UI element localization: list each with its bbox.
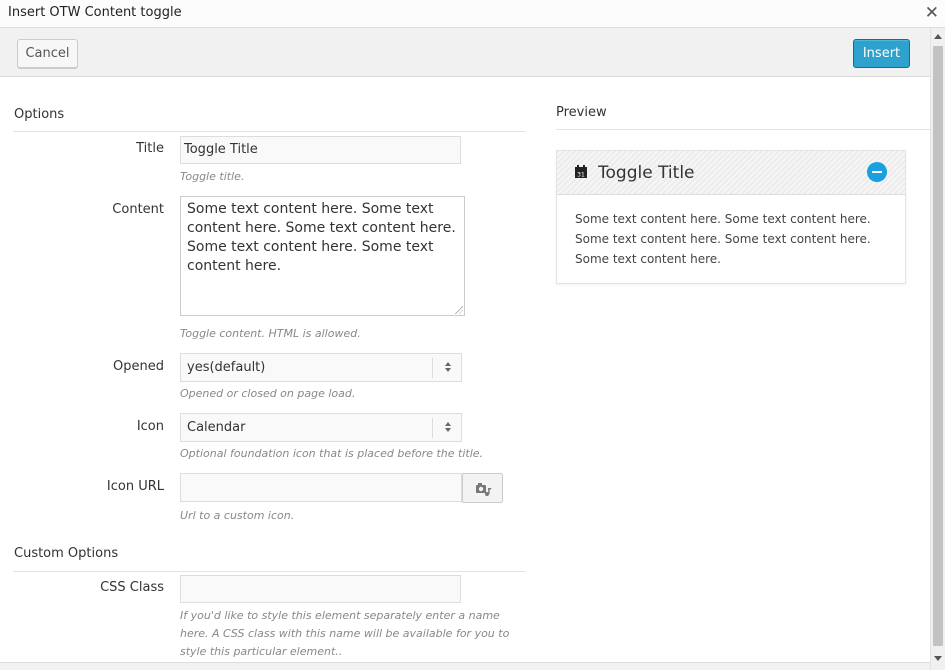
css-class-label: CSS Class [100, 580, 164, 595]
minus-circle-icon[interactable] [867, 162, 887, 182]
toggle-preview-header[interactable]: 31 Toggle Title [557, 151, 905, 195]
cancel-button[interactable]: Cancel [17, 39, 78, 68]
icon-url-label: Icon URL [106, 479, 164, 494]
opened-select-value: yes(default) [187, 360, 266, 375]
icon-help: Optional foundation icon that is placed … [180, 447, 484, 460]
dialog-title: Insert OTW Content toggle [8, 5, 182, 20]
opened-help: Opened or closed on page load. [180, 387, 356, 400]
camera-music-icon [476, 483, 492, 496]
scroll-down-icon[interactable] [934, 656, 942, 661]
calendar-icon: 31 [575, 165, 587, 178]
icon-select[interactable]: Calendar [180, 413, 462, 442]
custom-options-divider [13, 571, 526, 572]
toggle-preview-content: Some text content here. Some text conten… [575, 212, 871, 266]
insert-button[interactable]: Insert [853, 39, 910, 68]
add-media-button[interactable] [462, 473, 503, 503]
content-textarea[interactable]: Some text content here. Some text conten… [180, 196, 465, 316]
content-help: Toggle content. HTML is allowed. [180, 327, 361, 340]
preview-heading: Preview [556, 105, 607, 120]
title-input-value: Toggle Title [184, 142, 258, 157]
svg-text:31: 31 [577, 172, 585, 179]
custom-options-heading: Custom Options [14, 546, 119, 561]
title-input[interactable]: Toggle Title [180, 136, 461, 164]
icon-url-input[interactable] [180, 473, 462, 502]
scrollbar-thumb[interactable] [933, 46, 943, 646]
vertical-scrollbar[interactable] [930, 28, 945, 670]
scroll-up-icon[interactable] [934, 34, 942, 39]
preview-divider [556, 129, 930, 130]
icon-label: Icon [136, 419, 164, 434]
select-arrows-icon [443, 358, 453, 376]
dialog-toolbar: Cancel Insert [0, 28, 930, 77]
opened-label: Opened [113, 359, 164, 374]
icon-select-value: Calendar [187, 420, 246, 435]
resize-handle[interactable] [455, 306, 463, 314]
opened-select[interactable]: yes(default) [180, 353, 462, 382]
toggle-preview-title: Toggle Title [598, 163, 695, 183]
close-icon[interactable]: ✕ [925, 3, 939, 23]
options-heading: Options [14, 107, 65, 122]
toggle-preview: 31 Toggle Title Some text content here. … [556, 150, 906, 284]
dialog-footer-strip [0, 662, 930, 670]
css-class-input[interactable] [180, 575, 461, 603]
icon-url-help: Url to a custom icon. [180, 509, 295, 522]
select-arrows-icon [443, 418, 453, 436]
content-label: Content [112, 202, 164, 217]
title-label: Title [136, 141, 164, 156]
css-class-help: If you'd like to style this element sepa… [180, 609, 510, 658]
title-help: Toggle title. [180, 170, 245, 183]
content-textarea-value: Some text content here. Some text conten… [187, 201, 456, 274]
dialog-titlebar: Insert OTW Content toggle ✕ [0, 0, 945, 28]
options-divider [13, 131, 526, 132]
